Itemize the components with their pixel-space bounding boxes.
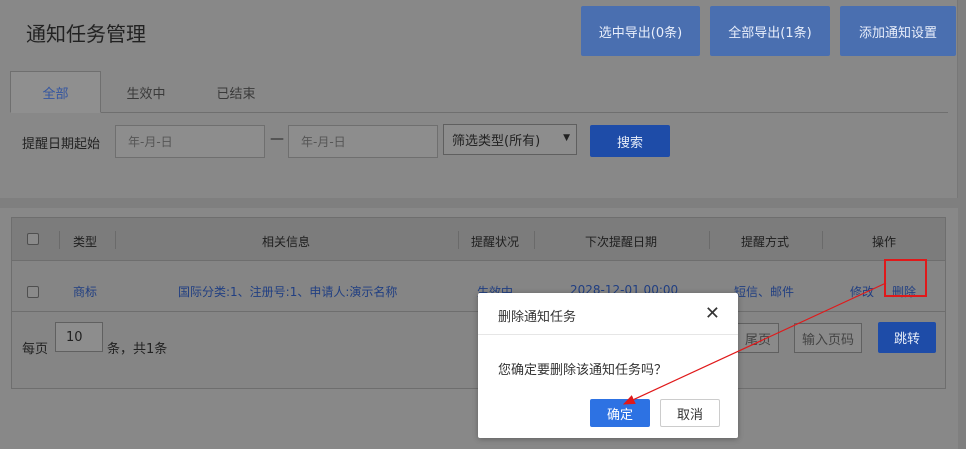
type-filter-value: 筛选类型(所有) xyxy=(452,134,541,149)
last-page-button[interactable]: 尾页 xyxy=(737,323,779,353)
row-method: 短信、邮件 xyxy=(734,285,795,299)
header-type: 类型 xyxy=(73,235,98,249)
tab-active[interactable]: 生效中 xyxy=(110,71,182,113)
chevron-down-icon: ▼ xyxy=(563,133,570,143)
type-filter-select[interactable]: 筛选类型(所有) ▼ xyxy=(443,124,577,155)
header-next-date: 下次提醒日期 xyxy=(585,235,658,249)
header-status: 提醒状况 xyxy=(471,235,520,249)
add-notice-setting-button[interactable]: 添加通知设置 xyxy=(840,6,956,56)
total-count-label: 条，共1条 xyxy=(107,342,168,357)
tab-ended[interactable]: 已结束 xyxy=(200,71,272,113)
close-icon[interactable]: ✕ xyxy=(705,303,720,324)
header-actions: 操作 xyxy=(872,235,897,249)
delete-confirm-dialog: 删除通知任务 ✕ 您确定要删除该通知任务吗？ 确定 取消 xyxy=(478,293,738,438)
dialog-title: 删除通知任务 xyxy=(498,310,577,325)
column-divider xyxy=(534,231,535,249)
select-all-checkbox[interactable] xyxy=(27,233,39,245)
jump-button[interactable]: 跳转 xyxy=(878,322,936,353)
date-start-input[interactable]: 年-月-日 xyxy=(115,125,265,158)
dialog-header: 删除通知任务 ✕ xyxy=(478,293,738,335)
export-selected-button[interactable]: 选中导出(0条) xyxy=(581,6,700,56)
delete-highlight-box xyxy=(884,259,927,297)
row-info[interactable]: 国际分类:1、注册号:1、申请人:演示名称 xyxy=(178,283,397,300)
column-divider xyxy=(458,231,459,249)
per-page-label: 每页 xyxy=(22,342,49,357)
row-type: 商标 xyxy=(73,285,98,299)
page-title: 通知任务管理 xyxy=(26,22,146,46)
status-tabs: 全部 生效中 已结束 xyxy=(10,71,948,113)
header-method: 提醒方式 xyxy=(741,235,790,249)
column-divider xyxy=(822,231,823,249)
date-separator: — xyxy=(270,131,284,147)
confirm-button[interactable]: 确定 xyxy=(590,399,650,427)
search-button[interactable]: 搜索 xyxy=(590,125,670,157)
header-info: 相关信息 xyxy=(262,235,311,249)
row-edit-link[interactable]: 修改 xyxy=(850,283,874,300)
row-checkbox[interactable] xyxy=(27,286,39,298)
column-divider xyxy=(59,231,60,249)
table-header: 类型 相关信息 提醒状况 下次提醒日期 提醒方式 操作 xyxy=(12,218,945,261)
date-end-input[interactable]: 年-月-日 xyxy=(288,125,438,158)
dialog-message: 您确定要删除该通知任务吗？ xyxy=(498,363,668,378)
date-range-label: 提醒日期起始 xyxy=(22,137,101,152)
per-page-input[interactable]: 10 xyxy=(55,322,103,352)
page-number-input[interactable]: 输入页码 xyxy=(794,323,862,353)
cancel-button[interactable]: 取消 xyxy=(660,399,720,427)
column-divider xyxy=(115,231,116,249)
column-divider xyxy=(709,231,710,249)
tab-all[interactable]: 全部 xyxy=(10,71,101,113)
filter-panel: 通知任务管理 选中导出(0条) 全部导出(1条) 添加通知设置 全部 生效中 已… xyxy=(0,0,958,198)
export-all-button[interactable]: 全部导出(1条) xyxy=(710,6,830,56)
